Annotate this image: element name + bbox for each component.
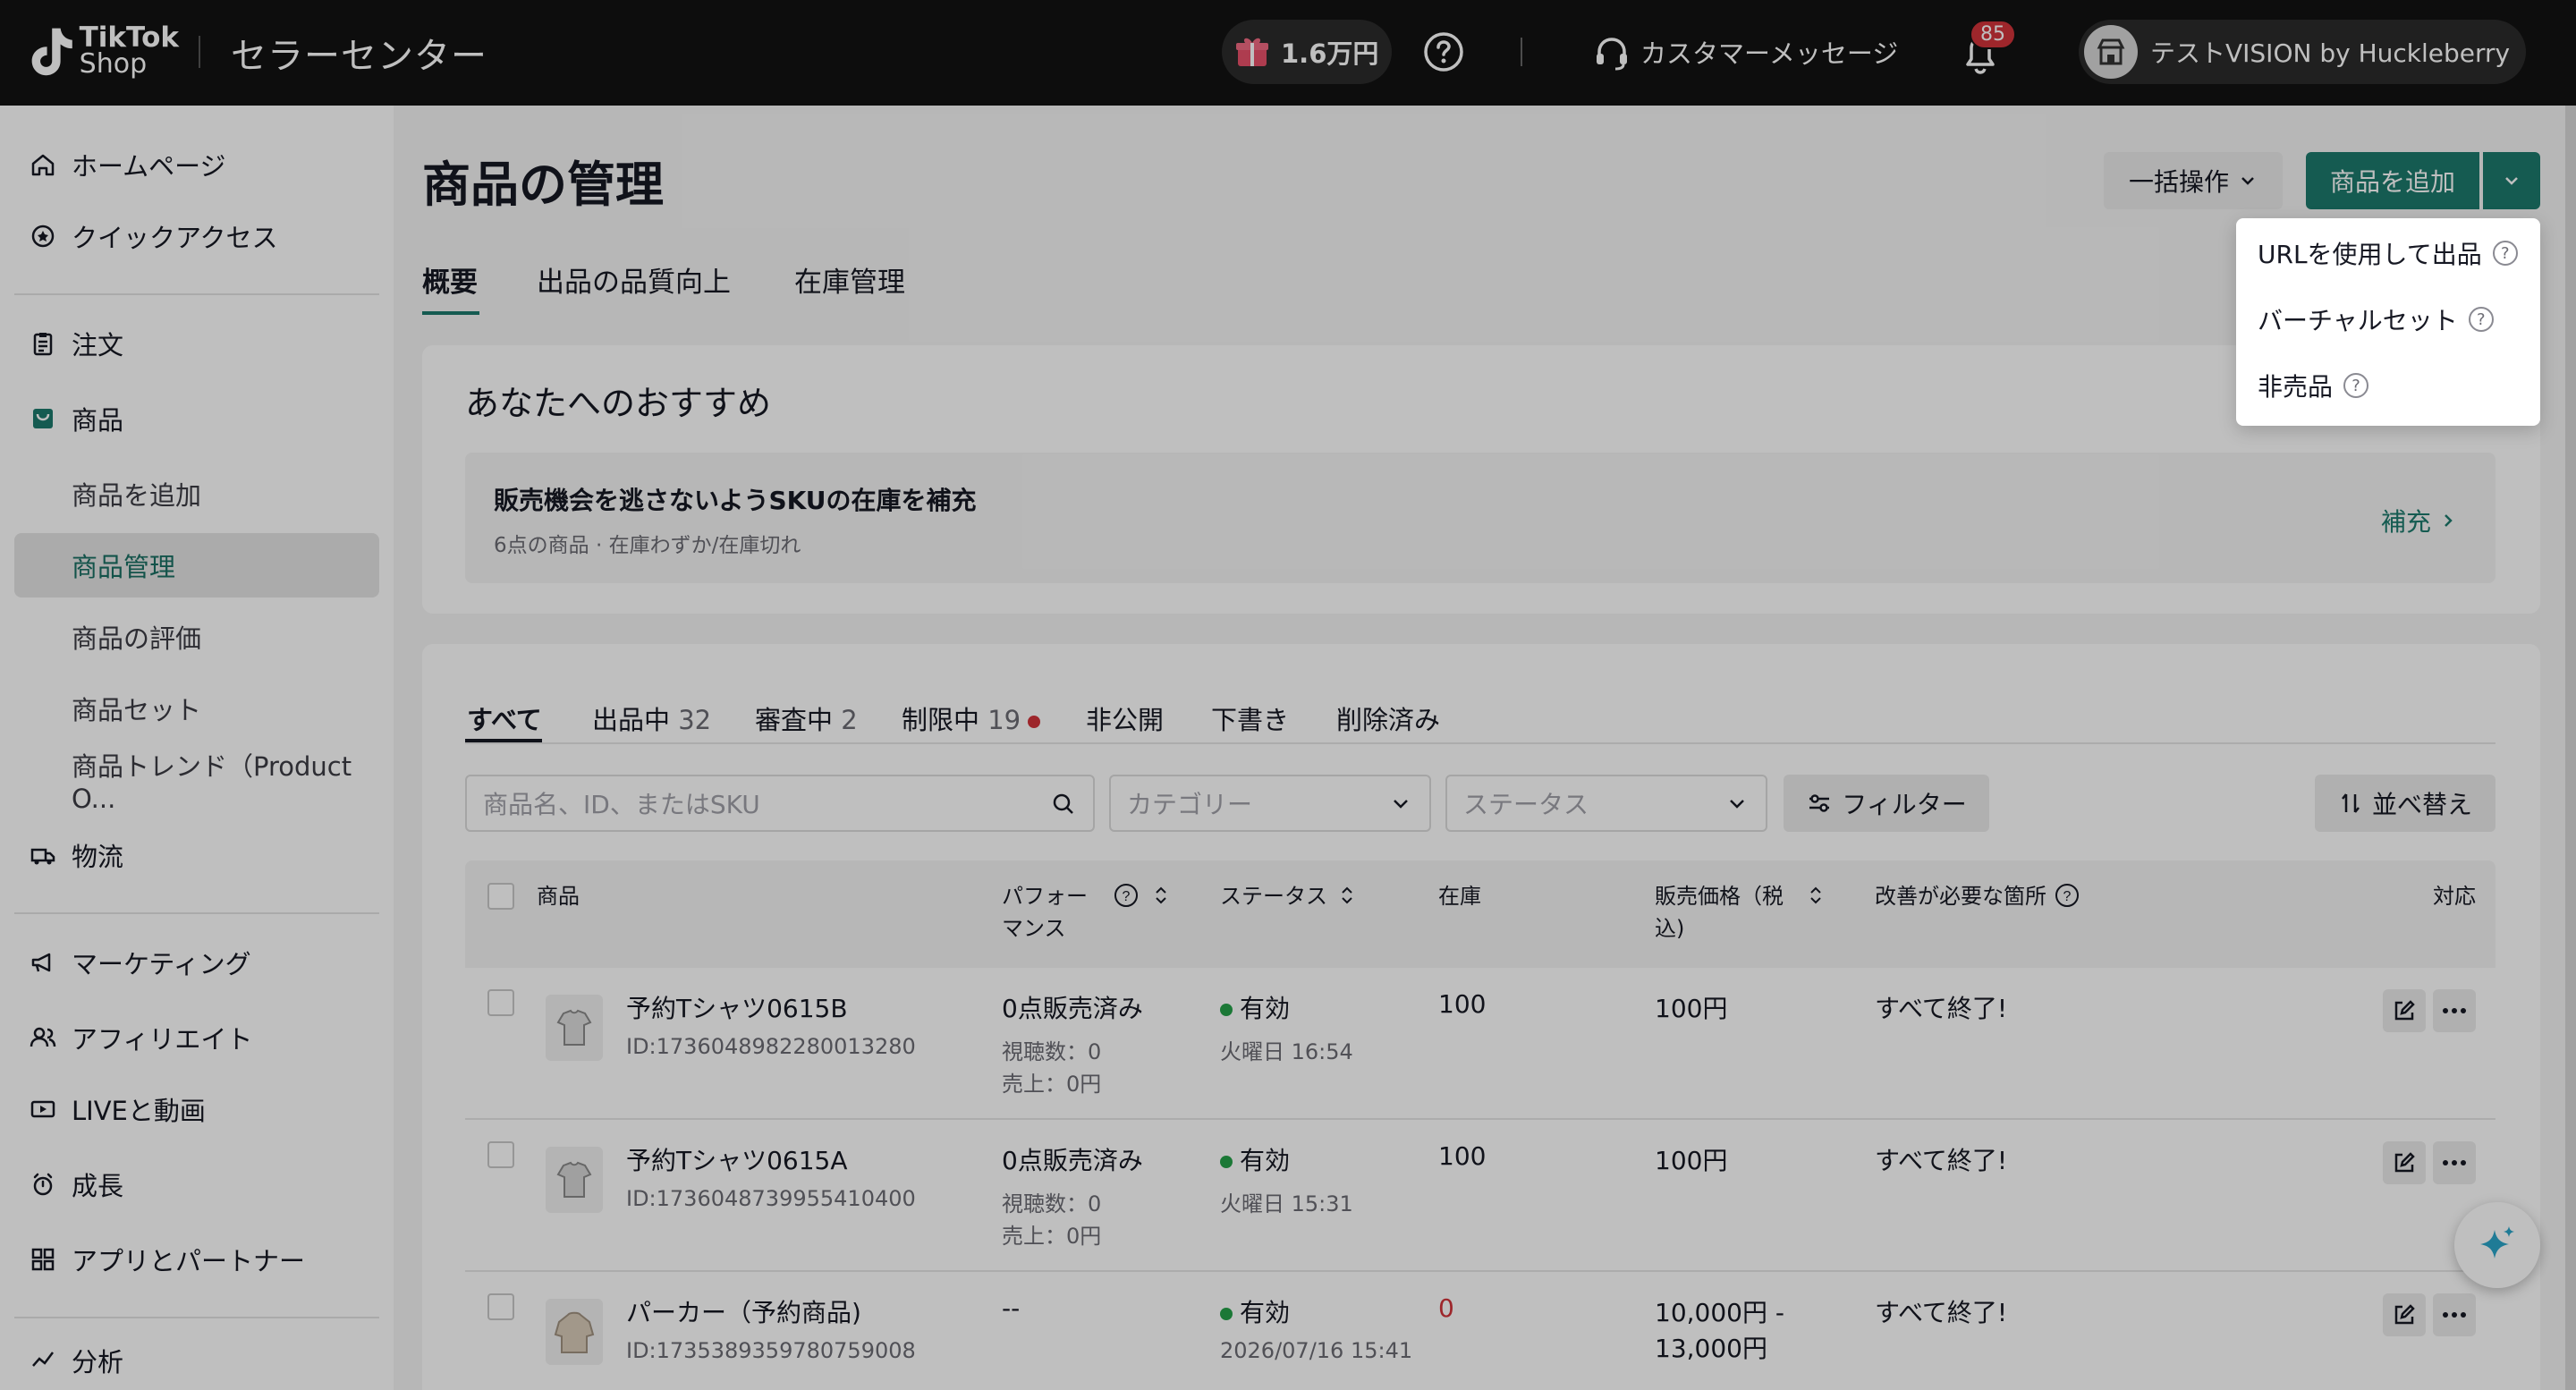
menu-item-list-by-url[interactable]: URLを使用して出品 ?	[2236, 218, 2540, 288]
menu-item-non-sale[interactable]: 非売品 ?	[2236, 351, 2540, 420]
modal-overlay[interactable]	[0, 0, 2576, 1390]
help-icon[interactable]: ?	[2492, 241, 2518, 266]
help-icon[interactable]: ?	[2343, 373, 2369, 398]
menu-item-virtual-set[interactable]: バーチャルセット ?	[2236, 284, 2540, 354]
help-icon[interactable]: ?	[2468, 307, 2494, 332]
menu-item-label: URLを使用して出品	[2258, 240, 2482, 269]
add-product-menu: URLを使用して出品 ? バーチャルセット ? 非売品 ?	[2236, 218, 2540, 426]
menu-item-label: 非売品	[2258, 372, 2334, 402]
menu-item-label: バーチャルセット	[2258, 306, 2458, 335]
